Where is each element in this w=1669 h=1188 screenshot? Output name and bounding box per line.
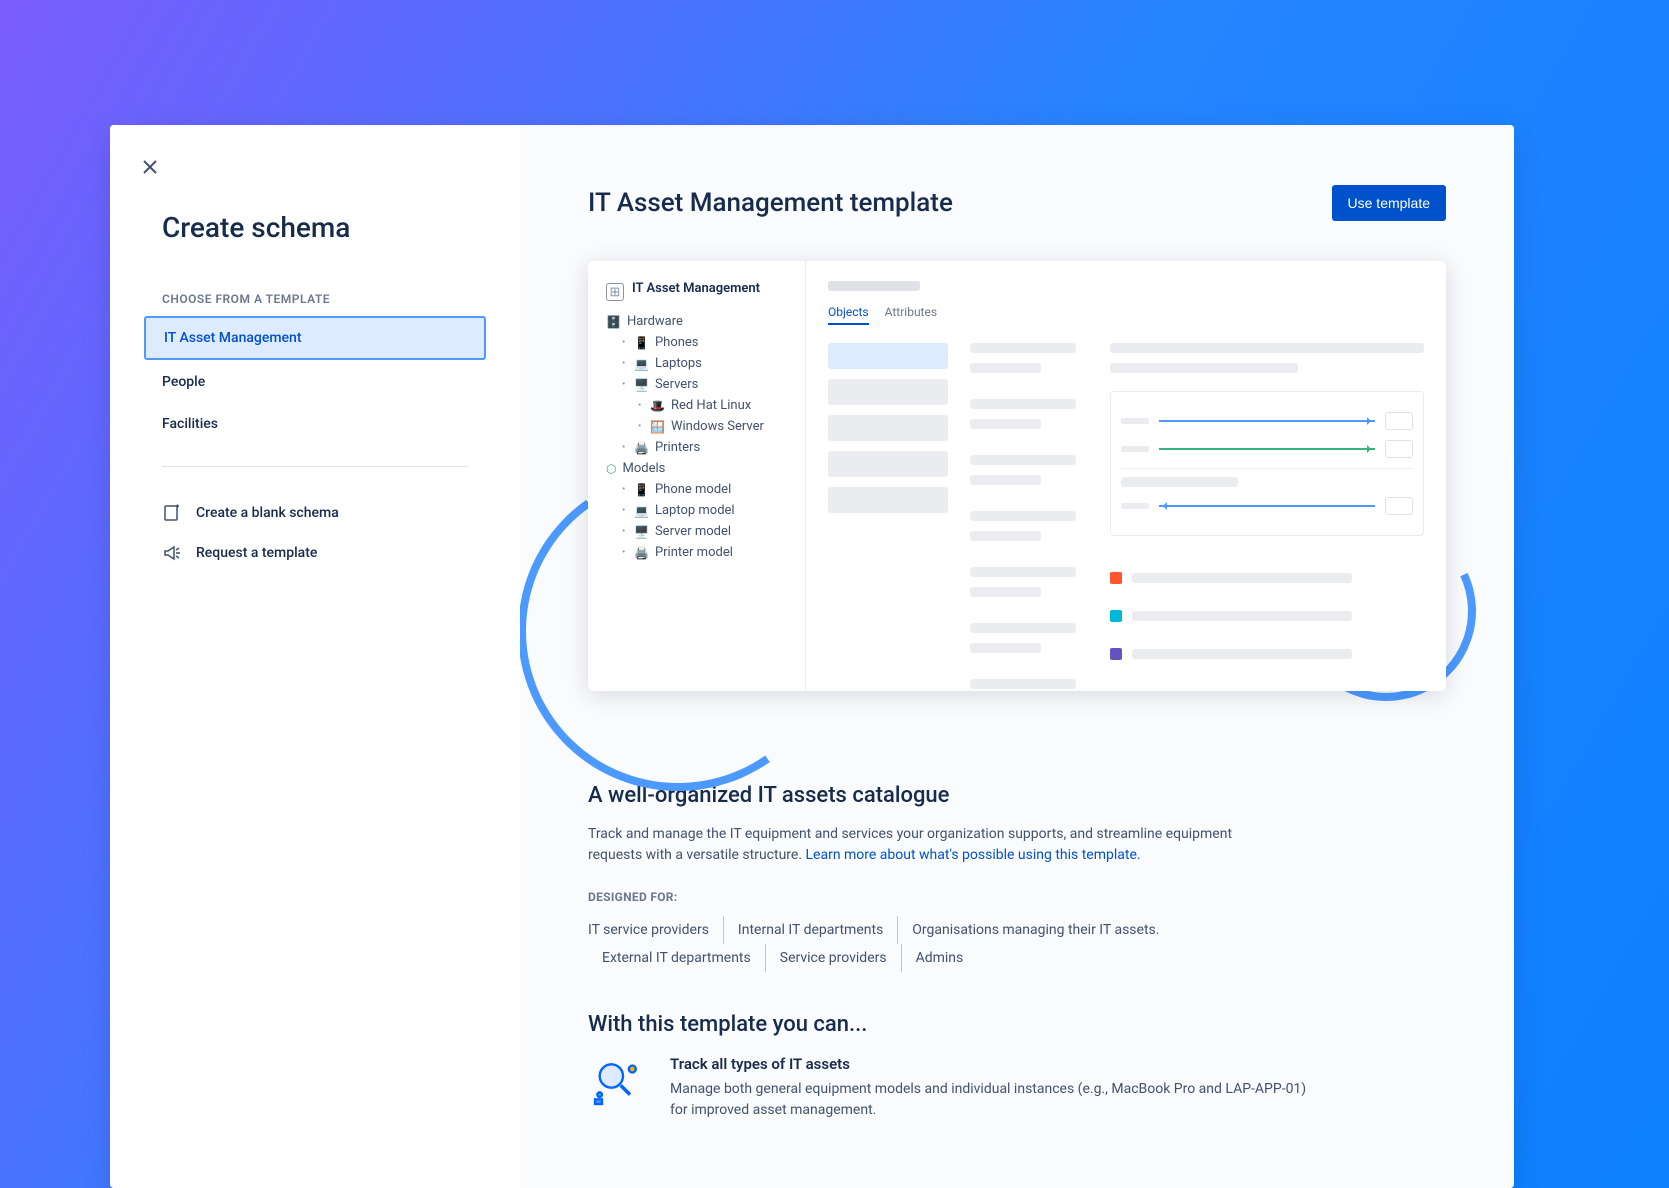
preview-stage: ⊞ IT Asset Management 🗄️Hardware •📱Phone… [588, 261, 1446, 731]
add-document-icon [162, 503, 182, 523]
close-icon [142, 159, 158, 175]
sidebar: Create schema CHOOSE FROM A TEMPLATE IT … [110, 125, 520, 1188]
main-panel: IT Asset Management template Use templat… [520, 125, 1514, 1188]
laptop-icon: 💻 [634, 357, 649, 371]
with-template-heading: With this template you can... [588, 1012, 1446, 1037]
catalogue-section: A well-organized IT assets catalogue Tra… [588, 783, 1446, 972]
hardware-icon: 🗄️ [606, 315, 621, 329]
learn-more-link[interactable]: Learn more about what's possible using t… [806, 847, 1141, 863]
magnifier-icon [588, 1055, 644, 1111]
feature-row: Track all types of IT assets Manage both… [588, 1055, 1446, 1121]
create-blank-schema-action[interactable]: Create a blank schema [162, 493, 468, 533]
server-icon: 🖥️ [634, 378, 649, 392]
skeleton-col-1 [828, 343, 948, 691]
template-list: IT Asset Management People Facilities [110, 316, 520, 444]
tree-node-windows[interactable]: •🪟Windows Server [638, 416, 793, 437]
catalogue-desc: Track and manage the IT equipment and se… [588, 824, 1288, 866]
legend-row [1110, 610, 1424, 622]
tag: External IT departments [588, 944, 766, 972]
tree-node-phones[interactable]: •📱Phones [622, 332, 793, 353]
sidebar-title: Create schema [162, 211, 520, 244]
tag: Organisations managing their IT assets. [898, 916, 1173, 944]
laptop-icon: 💻 [634, 504, 649, 518]
tree-node-phone-model[interactable]: •📱Phone model [622, 479, 793, 500]
request-template-label: Request a template [196, 545, 317, 561]
use-template-button[interactable]: Use template [1332, 185, 1446, 221]
schema-name: IT Asset Management [632, 281, 760, 298]
tree-node-servers[interactable]: •🖥️Servers [622, 374, 793, 395]
tree-node-redhat[interactable]: •🎩Red Hat Linux [638, 395, 793, 416]
server-icon: 🖥️ [634, 525, 649, 539]
section-label: CHOOSE FROM A TEMPLATE [162, 292, 520, 306]
create-blank-label: Create a blank schema [196, 505, 339, 521]
schema-icon: ⊞ [606, 283, 624, 301]
skeleton-title [828, 281, 920, 291]
preview-tabs: Objects Attributes [828, 305, 1424, 325]
tree-node-laptops[interactable]: •💻Laptops [622, 353, 793, 374]
designed-for-label: DESIGNED FOR: [588, 890, 1446, 904]
content-pane: Objects Attributes [806, 261, 1446, 691]
legend-row [1110, 572, 1424, 584]
tree-node-models[interactable]: ⬡Models [606, 458, 793, 479]
phone-icon: 📱 [634, 336, 649, 350]
megaphone-icon [162, 543, 182, 563]
tree-node-laptop-model[interactable]: •💻Laptop model [622, 500, 793, 521]
tree-node-printers[interactable]: •🖨️Printers [622, 437, 793, 458]
tab-objects[interactable]: Objects [828, 305, 869, 325]
preview-card: ⊞ IT Asset Management 🗄️Hardware •📱Phone… [588, 261, 1446, 691]
feature-desc: Manage both general equipment models and… [670, 1079, 1310, 1121]
tag: IT service providers [588, 916, 724, 944]
skeleton-col-2 [970, 343, 1088, 691]
template-item-facilities[interactable]: Facilities [144, 404, 486, 444]
relations-panel [1110, 391, 1424, 536]
printer-icon: 🖨️ [634, 441, 649, 455]
action-list: Create a blank schema Request a template [110, 467, 520, 573]
feature-title: Track all types of IT assets [670, 1055, 1310, 1073]
tree-node-hardware[interactable]: 🗄️Hardware [606, 311, 793, 332]
tag: Internal IT departments [724, 916, 898, 944]
designed-for-tags: IT service providers Internal IT departm… [588, 916, 1446, 972]
request-template-action[interactable]: Request a template [162, 533, 468, 573]
legend-row [1110, 648, 1424, 660]
close-button[interactable] [138, 155, 162, 179]
template-item-people[interactable]: People [144, 362, 486, 402]
tab-attributes[interactable]: Attributes [885, 305, 937, 325]
redhat-icon: 🎩 [650, 399, 665, 413]
catalogue-heading: A well-organized IT assets catalogue [588, 783, 1446, 808]
tree-node-server-model[interactable]: •🖥️Server model [622, 521, 793, 542]
windows-icon: 🪟 [650, 420, 665, 434]
printer-icon: 🖨️ [634, 546, 649, 560]
template-item-it-asset[interactable]: IT Asset Management [144, 316, 486, 360]
tree-pane: ⊞ IT Asset Management 🗄️Hardware •📱Phone… [588, 261, 806, 691]
main-header: IT Asset Management template Use templat… [588, 185, 1446, 221]
tag: Service providers [766, 944, 902, 972]
create-schema-modal: Create schema CHOOSE FROM A TEMPLATE IT … [110, 125, 1514, 1188]
tag: Admins [902, 944, 978, 972]
main-title: IT Asset Management template [588, 188, 953, 218]
tree-node-printer-model[interactable]: •🖨️Printer model [622, 542, 793, 563]
phone-icon: 📱 [634, 483, 649, 497]
with-template-section: With this template you can... Track all … [588, 1012, 1446, 1121]
models-icon: ⬡ [606, 462, 616, 476]
skeleton-col-3 [1110, 343, 1424, 691]
